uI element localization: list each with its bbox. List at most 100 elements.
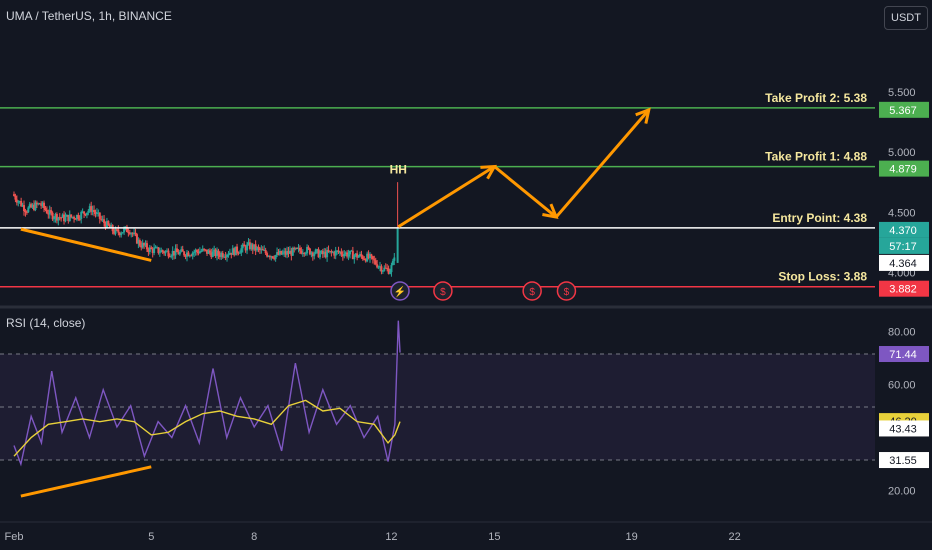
symbol-title: UMA / TetherUS, 1h, BINANCE [6, 9, 172, 23]
candle-body [158, 252, 161, 254]
rsi-value-tag: 71.44 [889, 349, 917, 361]
candle-body [161, 250, 164, 252]
price-axis-tick-label: 5.000 [888, 147, 916, 159]
candle-body [178, 251, 181, 255]
candle-body [211, 251, 214, 257]
level-price-tag: 4.370 [889, 225, 917, 237]
candle-body [281, 252, 284, 255]
candle-body [134, 232, 137, 235]
rsi-value-tag: 31.55 [889, 455, 917, 467]
candle-body [370, 254, 373, 257]
countdown-tag: 57:17 [889, 241, 917, 253]
candle-body [123, 228, 126, 233]
swing-label-hh: HH [390, 163, 407, 177]
candle-body [217, 250, 220, 256]
candle-body [53, 218, 56, 220]
rsi-axis-tick-label: 80.00 [888, 326, 916, 338]
level-price-tag: 4.879 [889, 164, 917, 176]
candle-body [93, 209, 96, 213]
candle-body [85, 212, 88, 216]
candle-body [257, 247, 260, 249]
candle-body [360, 254, 363, 257]
time-axis-tick-label: 12 [385, 531, 397, 543]
price-axis-tick-label: 4.500 [888, 207, 916, 219]
event-icon-glyph: $ [529, 287, 535, 298]
rsi-axis-tick-label: 20.00 [888, 486, 916, 498]
candle-body [27, 207, 30, 213]
candle-body [107, 221, 110, 225]
candle-body [190, 255, 193, 257]
candle-body [117, 229, 120, 233]
candle-body [330, 251, 333, 253]
candle-body [240, 248, 243, 253]
time-axis-tick-label: 22 [728, 531, 740, 543]
candle-body [221, 253, 224, 257]
level-label: Entry Point: 4.38 [772, 211, 867, 225]
candle-body [208, 250, 211, 253]
candle-body [64, 216, 67, 222]
candle-body [167, 250, 170, 257]
time-axis-tick-label: 8 [251, 531, 257, 543]
candle-body [396, 227, 399, 263]
candle-body [246, 244, 249, 251]
candle-body [343, 254, 346, 257]
time-axis-tick-label: Feb [5, 531, 24, 543]
candle-body [24, 211, 27, 213]
candle-body [266, 253, 269, 257]
candle-body [44, 208, 47, 210]
candle-body [389, 272, 392, 274]
candle-body [78, 218, 81, 220]
currency-button[interactable]: USDT [884, 6, 928, 30]
rsi-value-tag: 43.43 [889, 423, 917, 435]
candle-body [374, 260, 377, 265]
candle-body [145, 243, 148, 250]
candle-body [340, 251, 343, 255]
candle-body [191, 252, 194, 256]
candle-body [274, 255, 277, 259]
candle-body [138, 240, 141, 246]
candle-body [103, 219, 106, 224]
rsi-indicator-title[interactable]: RSI (14, close) [6, 316, 85, 330]
time-axis-tick-label: 19 [626, 531, 638, 543]
level-price-tag: 5.367 [889, 105, 917, 117]
time-axis-tick-label: 5 [148, 531, 154, 543]
price-tag: 4.364 [889, 258, 917, 270]
candle-body [390, 265, 393, 273]
candle-body [353, 255, 356, 260]
candle-body [73, 216, 76, 219]
candle-body [196, 250, 199, 252]
candle-body [227, 254, 230, 256]
candle-body [313, 253, 316, 257]
candle-body [50, 210, 53, 213]
level-label: Take Profit 1: 4.88 [765, 150, 867, 164]
candle-body [80, 212, 83, 219]
event-icon-glyph: $ [564, 287, 570, 298]
candle-body [83, 211, 86, 214]
candle-body [13, 194, 15, 196]
candle-body [181, 249, 184, 252]
candle-body [243, 244, 246, 247]
level-label: Stop Loss: 3.88 [778, 270, 867, 284]
candle-body [381, 270, 384, 272]
candle-body [238, 252, 241, 254]
rsi-axis-tick-label: 60.00 [888, 379, 916, 391]
candle-body [23, 205, 26, 212]
candle-body [45, 209, 48, 214]
price-axis-tick-label: 5.500 [888, 87, 916, 99]
candle-body [121, 232, 124, 234]
candle-body [120, 233, 123, 236]
event-icon-glyph: ⚡ [394, 285, 406, 298]
candle-body [393, 257, 396, 261]
candle-body [98, 212, 101, 219]
candle-body [38, 203, 41, 205]
candle-body [183, 251, 186, 256]
candle-body [153, 248, 156, 254]
chart-canvas: 5.5005.0004.5004.000Take Profit 2: 5.385… [0, 0, 932, 550]
candle-body [87, 210, 90, 213]
candle-body [298, 247, 301, 251]
candle-body [150, 247, 153, 249]
candle-body [70, 214, 73, 218]
time-axis-tick-label: 15 [488, 531, 500, 543]
candle-body [77, 214, 80, 219]
candle-body [170, 255, 173, 257]
